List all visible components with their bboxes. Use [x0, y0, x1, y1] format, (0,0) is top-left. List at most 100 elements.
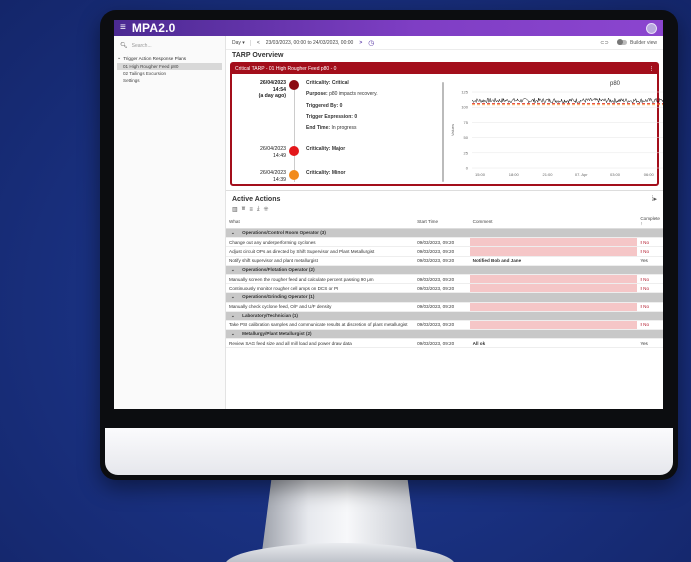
event-time: 14:49	[273, 152, 286, 159]
table-toolbar: ▥ ⩸ ≡ ⤓ ⁜	[226, 205, 663, 214]
complete-value: No	[643, 322, 650, 328]
cell-comment[interactable]: All ok	[469, 338, 638, 349]
cell-comment[interactable]	[469, 237, 638, 248]
columns-icon[interactable]: ▥	[232, 206, 238, 213]
panel-resize-handle[interactable]	[442, 82, 444, 182]
complete-value: No	[643, 248, 650, 254]
cell-comment[interactable]	[469, 274, 638, 285]
group-row[interactable]: ⌄ Operations/Grinding Operator (1)	[226, 292, 663, 303]
chevron-down-icon[interactable]: ⌄	[231, 267, 236, 272]
cell-comment[interactable]: Notified Bob and Jane	[469, 256, 638, 266]
app-screen: ≡ MPA2.0 🔍︎ Search... ⌄ Trigger Action R…	[114, 20, 663, 409]
prev-range-button[interactable]: <	[257, 40, 260, 46]
cell-start-time: 09/03/2023, 09:20	[414, 246, 470, 257]
cell-comment[interactable]	[469, 302, 638, 312]
kebab-menu-icon[interactable]: ⋮	[649, 66, 654, 72]
chevron-down-icon[interactable]: ⌄	[231, 230, 236, 235]
export-icon[interactable]: ⤓	[257, 206, 260, 213]
group-label: ⌄ Operations/Grinding Operator (1)	[226, 292, 663, 303]
group-label: ⌄ Metallurgy/Plant Metallurgist (2)	[226, 329, 663, 340]
tree-root-tarp[interactable]: ⌄ Trigger Action Response Plans	[117, 55, 222, 61]
clock-icon[interactable]: ◷	[368, 39, 374, 47]
x-tick-label: 07. Apr	[575, 172, 588, 177]
cell-start-time: 09/03/2023, 09:20	[414, 302, 470, 312]
purpose-line: Purpose: p80 impacts recovery.	[306, 91, 436, 97]
density-icon[interactable]: ≡	[249, 207, 253, 213]
cell-what: Change out any underperforming cyclones	[226, 237, 415, 248]
table-row[interactable]: Manually check cyclone feed, O/F and U/F…	[226, 302, 663, 312]
complete-value: No	[643, 285, 650, 291]
table-row[interactable]: Continuously monitor rougher cell amps o…	[226, 283, 663, 294]
group-label-text: Laboratory/Technician (1)	[242, 312, 298, 318]
column-comment[interactable]: Comment	[469, 214, 638, 229]
date-range-label: 23/03/2023, 00:00 to 24/03/2023, 00:00	[265, 39, 354, 46]
sidebar-item[interactable]: 02 Tailings Excursion	[117, 70, 222, 77]
main-content: TARP Overview Critical TARP - 01 High Ro…	[226, 50, 663, 409]
date-toolbar: Day ▾ < 23/03/2023, 00:00 to 24/03/2023,…	[226, 36, 663, 50]
end-time-line: End Time: In progress	[306, 125, 436, 131]
expression-line: Trigger Expression: 0	[306, 114, 436, 120]
cell-comment[interactable]	[469, 246, 638, 257]
table-row[interactable]: Review SAG feed size and all mill load a…	[226, 338, 663, 349]
sort-arrow-up-icon: ↑	[640, 221, 643, 226]
group-label: ⌄ Operations/Flotation Operator (2)	[226, 265, 663, 275]
group-row[interactable]: ⌄ Metallurgy/Plant Metallurgist (2)	[226, 329, 663, 340]
search-input[interactable]: 🔍︎ Search...	[117, 40, 222, 51]
cell-complete: ! No	[637, 246, 663, 257]
search-placeholder: Search...	[131, 42, 152, 49]
cell-complete: Yes	[637, 256, 663, 266]
p80-chart: p80≡0255075100125Values15:0018:0021:0007…	[442, 76, 663, 182]
cell-what: Manually check cyclone feed, O/F and U/F…	[226, 302, 415, 312]
cell-what: Take PSI calibration samples and communi…	[226, 320, 415, 331]
group-row[interactable]: ⌄ Operations/Flotation Operator (2)	[226, 265, 663, 275]
table-row[interactable]: Change out any underperforming cyclones 0…	[226, 237, 663, 248]
period-select[interactable]: Day ▾	[232, 39, 251, 46]
complete-value: No	[643, 239, 650, 245]
sidebar-item[interactable]: Settings	[117, 77, 222, 84]
y-tick-label: 25	[464, 150, 469, 155]
cell-what: Review SAG feed size and all mill load a…	[226, 338, 415, 349]
layout-menu-icon[interactable]: ⁞▸	[652, 195, 657, 203]
p80-chart-svg: p80≡0255075100125Values15:0018:0021:0007…	[450, 81, 663, 177]
user-avatar-icon[interactable]	[646, 22, 657, 34]
x-tick-label: 18:00	[509, 172, 520, 177]
group-label-text: Operations/Flotation Operator (2)	[242, 266, 315, 272]
cell-start-time: 09/03/2023, 09:20	[414, 237, 470, 248]
table-row[interactable]: Notify shift supervisor and plant metall…	[226, 256, 663, 266]
group-label: ⌄ Laboratory/Technician (1)	[226, 311, 663, 321]
end-time-label: End Time:	[306, 125, 331, 131]
purpose-label: Purpose:	[306, 91, 328, 98]
tarp-card-title: Critical TARP - 01 High Rougher Feed p80…	[235, 66, 337, 72]
builder-view-toggle[interactable]: Builder view	[616, 38, 657, 46]
chevron-down-icon: ⌄	[117, 55, 122, 61]
filter-icon[interactable]: ⩸	[242, 206, 246, 213]
link-icon[interactable]: ⊂⊃	[600, 40, 608, 46]
event-date-block: 26/04/2023 14:49	[232, 146, 286, 159]
event-time: 14:39	[273, 176, 286, 183]
hamburger-icon[interactable]: ≡	[120, 23, 126, 33]
minor-status-dot	[289, 170, 299, 180]
chevron-down-icon[interactable]: ⌄	[231, 331, 236, 336]
app-bar: ≡ MPA2.0	[114, 20, 663, 36]
group-row[interactable]: ⌄ Laboratory/Technician (1)	[226, 311, 663, 321]
next-range-button[interactable]: >	[359, 40, 362, 46]
x-tick-label: 21:00	[542, 172, 553, 177]
chevron-down-icon[interactable]: ⌄	[231, 294, 236, 299]
table-row[interactable]: Take PSI calibration samples and communi…	[226, 320, 663, 331]
cell-complete: ! No	[637, 302, 663, 312]
x-tick-label: 06:00	[644, 172, 655, 177]
cell-comment[interactable]	[469, 283, 638, 294]
table-row[interactable]: Adjust circuit OPs as directed by Shift …	[226, 246, 663, 257]
group-icon[interactable]: ⁜	[264, 206, 269, 213]
sidebar-item[interactable]: 01 High Rougher Feed p80	[117, 63, 222, 70]
tarp-overview-title: TARP Overview	[232, 52, 284, 59]
column-start-time[interactable]: Start Time	[414, 214, 470, 229]
chevron-down-icon: ▾	[242, 39, 245, 46]
cell-comment[interactable]	[469, 320, 638, 331]
group-row[interactable]: ⌄ Operations/Control Room Operator (3)	[226, 228, 663, 239]
column-complete[interactable]: Complete ↑	[637, 214, 663, 229]
chevron-down-icon[interactable]: ⌄	[231, 313, 236, 318]
column-what[interactable]: What	[226, 214, 415, 229]
table-row[interactable]: Manually screen the rougher feed and cal…	[226, 274, 663, 285]
triggered-text: Triggered By: 0	[306, 102, 343, 109]
